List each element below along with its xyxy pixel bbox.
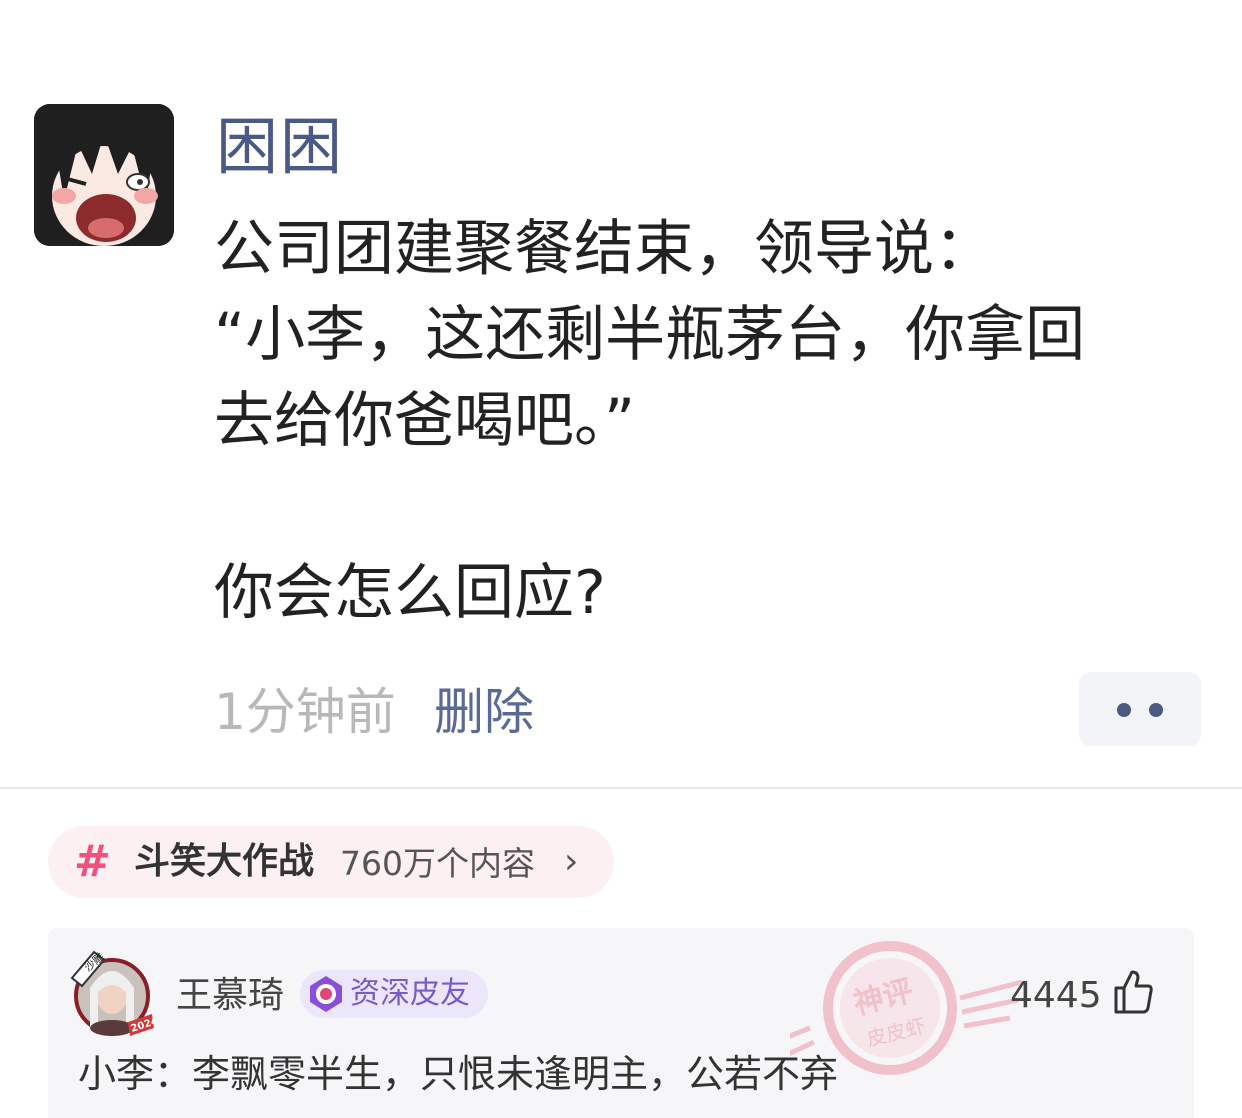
hashtag-icon: # [74, 836, 111, 887]
post-line: 你会怎么回应? [214, 558, 606, 628]
post-time: 1分钟前 [214, 683, 396, 741]
post-line: 公司团建聚餐结束，领导说： [214, 214, 994, 284]
delete-button[interactable]: 删除 [434, 680, 534, 744]
post-card: 困困 公司团建聚餐结束，领导说： “小李，这还剩半瓶茅台，你拿回 去给你爸喝吧。… [0, 0, 1242, 789]
author-avatar[interactable] [34, 104, 174, 246]
topic-name: 斗笑大作战 [134, 841, 315, 882]
more-options-button[interactable] [1079, 672, 1201, 746]
badge-label: 资深皮友 [350, 976, 470, 1011]
author-name[interactable]: 困困 [216, 112, 344, 182]
user-level-badge[interactable]: 资深皮友 [300, 970, 488, 1018]
badge-icon [310, 976, 342, 1012]
dot-icon [1149, 703, 1163, 717]
commenter-name[interactable]: 王慕琦 [176, 972, 284, 1020]
post-line: 去给你爸喝吧。” [214, 386, 636, 456]
like-count: 4445 [1010, 975, 1102, 1016]
dot-icon [1117, 703, 1131, 717]
topic-content-count: 760万个内容 [340, 844, 535, 883]
top-comment-card[interactable]: 沙雕 2024 王慕琦 资深皮友 神评 皮皮虾 4445 小李：李飘零半生，只恨… [48, 928, 1194, 1118]
comment-text: 小李：李飘零半生，只恨未逢明主，公若不弃 [78, 1052, 839, 1096]
post-content: 公司团建聚餐结束，领导说： “小李，这还剩半瓶茅台，你拿回 去给你爸喝吧。” 你… [214, 206, 1204, 636]
chevron-right-icon: › [564, 841, 579, 882]
commenter-avatar[interactable]: 沙雕 2024 [68, 948, 159, 1038]
topic-tag[interactable]: # 斗笑大作战 760万个内容 › [48, 826, 614, 898]
post-line: “小李，这还剩半瓶茅台，你拿回 [214, 300, 1086, 370]
thumbs-up-icon[interactable] [1112, 968, 1154, 1016]
